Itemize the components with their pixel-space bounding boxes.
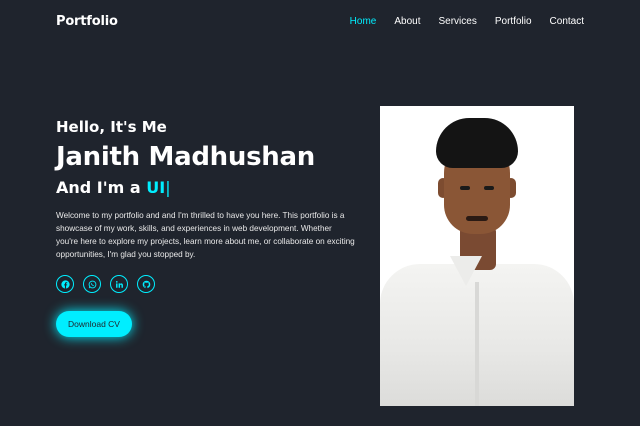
github-link[interactable] (137, 275, 155, 293)
whatsapp-link[interactable] (83, 275, 101, 293)
role-prefix: And I'm a (56, 178, 141, 197)
main-nav: Home About Services Portfolio Contact (332, 16, 584, 27)
nav-about[interactable]: About (394, 16, 420, 27)
typing-cursor: | (165, 178, 171, 197)
nav-contact[interactable]: Contact (550, 16, 584, 27)
hero-description: Welcome to my portfolio and and I'm thri… (56, 211, 355, 259)
profile-photo (380, 106, 574, 406)
header: Portfolio Home About Services Portfolio … (0, 0, 640, 42)
hero-section: Hello, It's Me Janith Madhushan And I'm … (56, 116, 366, 337)
nav-home[interactable]: Home (350, 16, 377, 27)
download-cv-button[interactable]: Download CV (56, 311, 132, 337)
role-typed: UI (146, 178, 166, 197)
nav-portfolio[interactable]: Portfolio (495, 16, 532, 27)
nav-services[interactable]: Services (438, 16, 476, 27)
hero-name: Janith Madhushan (56, 142, 315, 172)
facebook-link[interactable] (56, 275, 74, 293)
linkedin-link[interactable] (110, 275, 128, 293)
page: Portfolio Home About Services Portfolio … (0, 0, 640, 426)
social-links (56, 275, 366, 293)
whatsapp-icon (88, 280, 96, 288)
linkedin-icon (115, 280, 123, 288)
role-line: And I'm a UI| (56, 178, 366, 197)
facebook-icon (60, 279, 70, 289)
greeting: Hello, It's Me (56, 118, 167, 136)
logo[interactable]: Portfolio (56, 14, 118, 29)
github-icon (142, 280, 150, 288)
